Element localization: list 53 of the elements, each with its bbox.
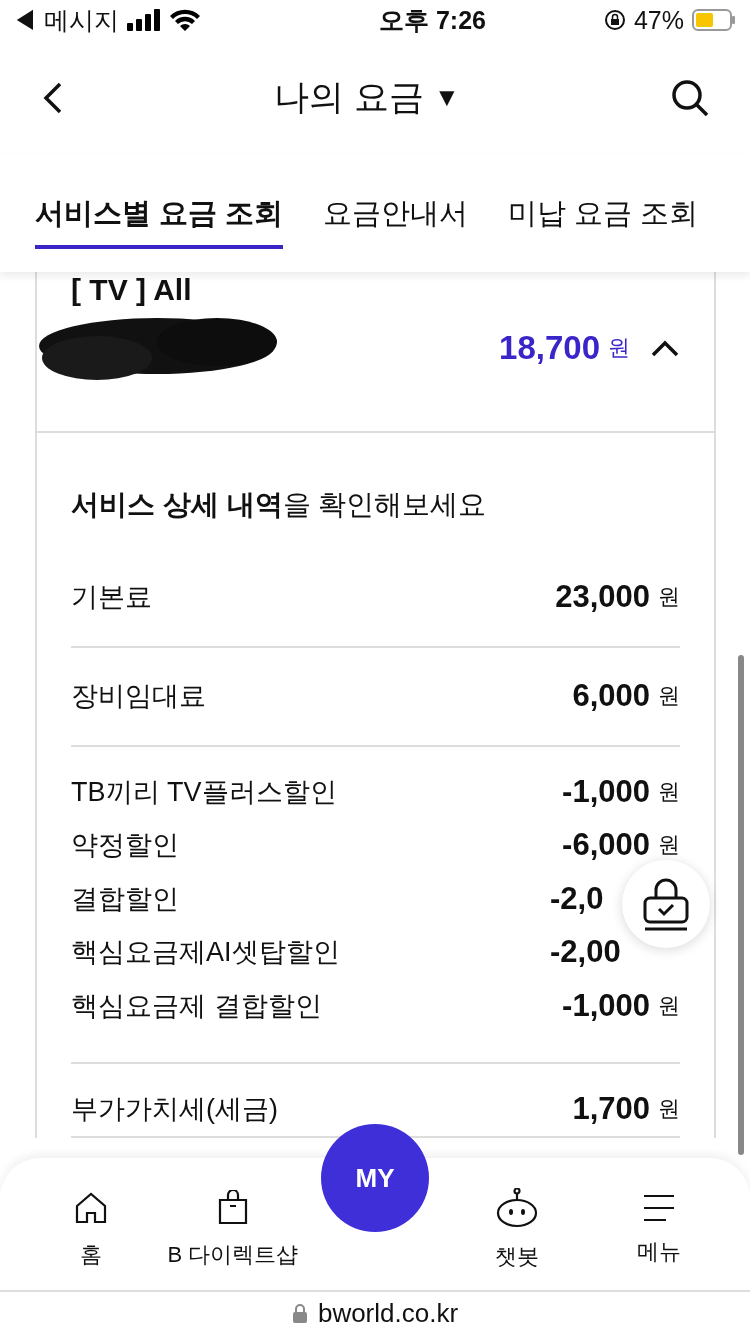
nav-item[interactable]: 챗봇: [446, 1188, 588, 1272]
rotation-lock-icon: [603, 9, 626, 31]
dropdown-caret[interactable]: ▼: [434, 82, 460, 113]
charge-amount: 6,000: [571, 678, 650, 715]
currency-unit: 원: [658, 777, 680, 806]
detail-heading: 서비스 상세 내역을 확인해보세요: [71, 488, 488, 522]
collapse-button[interactable]: [650, 338, 680, 358]
charge-amount: 1,700: [571, 1091, 650, 1128]
menu-icon: [642, 1193, 676, 1223]
signal-icon: [126, 9, 161, 31]
tab[interactable]: 요금안내서: [323, 193, 469, 249]
charge-amount: -2,00: [550, 934, 622, 971]
back-button[interactable]: [42, 80, 64, 115]
battery-percentage: 47%: [633, 5, 684, 35]
currency-unit: 원: [658, 682, 680, 711]
charge-amount: -1,000: [561, 987, 650, 1024]
search-button[interactable]: [670, 77, 710, 118]
charge-label: 장비임대료: [71, 680, 206, 714]
charge-label: 약정할인: [71, 829, 179, 863]
nav-item[interactable]: B 다이렉트샵: [162, 1190, 304, 1270]
charge-label: TB끼리 TV플러스할인: [71, 775, 337, 809]
service-total-amount: 18,700: [499, 329, 600, 367]
robot-icon: [494, 1188, 540, 1228]
charge-amount: -6,000: [561, 827, 650, 864]
charge-amount: 23,000: [554, 578, 650, 615]
home-icon: [73, 1190, 109, 1226]
security-lock-button[interactable]: [622, 860, 710, 948]
page-title: 나의 요금: [274, 76, 424, 118]
charge-label: 핵심요금제AI셋탑할인: [71, 936, 340, 970]
my-button[interactable]: MY: [321, 1124, 429, 1232]
charge-amount: -1,000: [561, 773, 650, 810]
charge-amount: -2,0: [550, 880, 605, 917]
service-name: [ TV ] All: [71, 272, 193, 308]
lock-icon: [291, 1303, 308, 1323]
battery-icon: [692, 9, 736, 31]
shopping-bag-icon: [217, 1190, 249, 1226]
wifi-icon: [168, 8, 201, 32]
back-to-app-link[interactable]: ◀ 메시지: [12, 3, 119, 37]
currency-unit: 원: [658, 991, 680, 1020]
tab[interactable]: 서비스별 요금 조회: [35, 193, 284, 249]
nav-item[interactable]: 메뉴: [588, 1193, 730, 1267]
clock-time: 오후 7:26: [378, 4, 486, 36]
charge-label: 기본료: [71, 580, 152, 614]
tab[interactable]: 미납 요금 조회: [508, 193, 699, 249]
nav-item[interactable]: 홈: [20, 1190, 162, 1270]
currency-unit: 원: [658, 1095, 680, 1124]
charge-label: 결합할인: [71, 882, 179, 916]
url-text: bworld.co.kr: [317, 1297, 459, 1329]
currency-unit: 원: [658, 582, 680, 611]
charge-label: 핵심요금제 결합할인: [71, 989, 322, 1023]
charge-label: 부가가치세(세금): [71, 1093, 278, 1127]
currency-unit: 원: [658, 831, 680, 860]
currency-unit: 원: [608, 334, 630, 362]
